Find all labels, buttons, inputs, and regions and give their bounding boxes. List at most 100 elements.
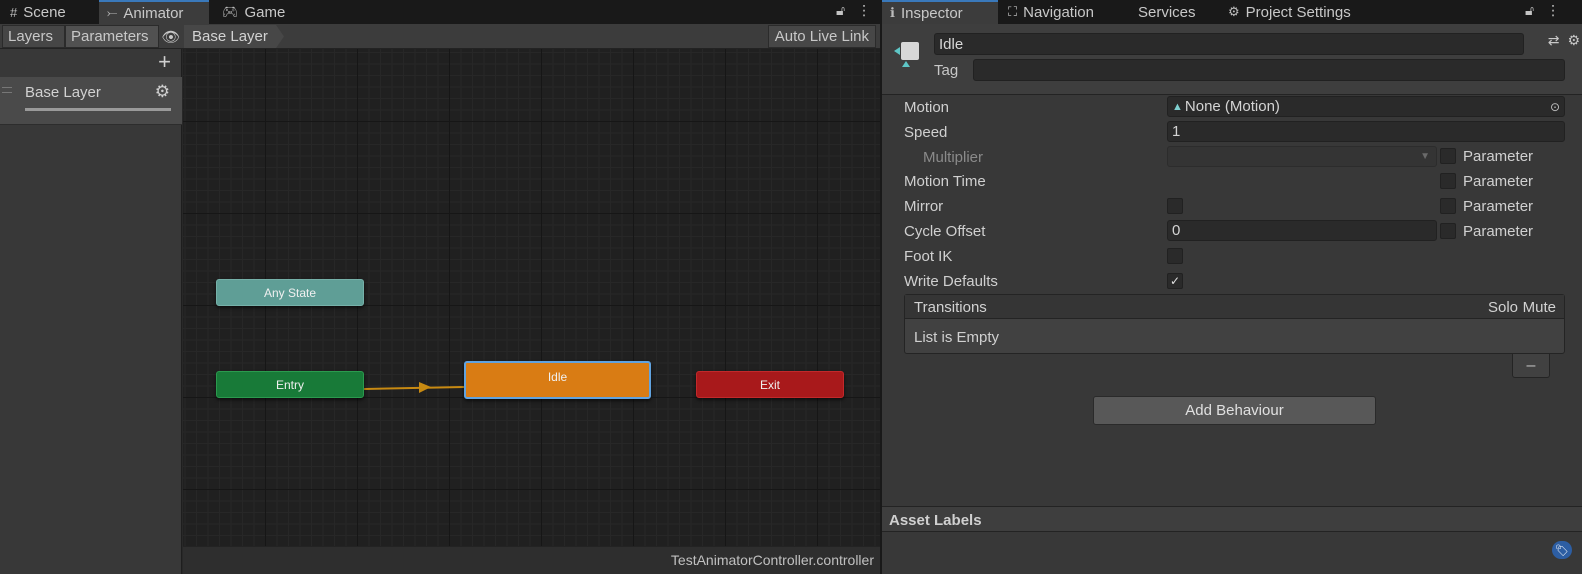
- cycle-offset-value: 0: [1172, 222, 1181, 239]
- layer-row[interactable]: Base Layer ⚙: [0, 77, 182, 125]
- tab-navigation[interactable]: ⛶ Navigation: [1000, 0, 1118, 24]
- cycle-offset-field[interactable]: 0: [1167, 220, 1437, 241]
- mirror-label: Mirror: [904, 197, 944, 215]
- more-menu-icon[interactable]: ⋮: [857, 2, 871, 19]
- exit-node[interactable]: Exit: [696, 371, 844, 398]
- auto-live-link-button[interactable]: Auto Live Link: [767, 25, 876, 48]
- object-picker-icon[interactable]: ⊙: [1550, 100, 1560, 114]
- inspector-header: Idle ⇄ ⚙ Tag: [882, 24, 1582, 95]
- minus-icon: –: [1526, 356, 1536, 374]
- tab-game-label: Game: [244, 3, 286, 21]
- speed-label: Speed: [904, 123, 948, 141]
- tab-inspector[interactable]: ℹ Inspector: [882, 0, 998, 24]
- multiplier-label: Multiplier: [923, 148, 984, 166]
- idle-state-node[interactable]: Idle: [464, 361, 651, 399]
- remove-transition-button[interactable]: –: [1512, 354, 1550, 378]
- exit-label: Exit: [759, 377, 780, 392]
- mirror-parameter-checkbox[interactable]: [1440, 198, 1456, 214]
- gear-icon: ⚙: [1228, 4, 1240, 19]
- asset-labels-title: Asset Labels: [889, 512, 982, 529]
- label-tag-icon[interactable]: 🏷︎: [1552, 541, 1572, 559]
- drag-handle-icon[interactable]: [2, 87, 12, 93]
- mirror-checkbox[interactable]: [1167, 198, 1183, 214]
- eye-toggle[interactable]: 👁︎: [159, 25, 183, 48]
- solo-column-header: Solo: [1487, 299, 1518, 316]
- info-icon: ℹ: [890, 5, 895, 20]
- transitions-list: Transitions Solo Mute List is Empty: [904, 294, 1565, 354]
- tab-animator[interactable]: ⤚ Animator: [99, 0, 209, 24]
- chevron-down-icon: ▼: [1420, 151, 1430, 162]
- idle-label: Idle: [547, 370, 568, 384]
- write-defaults-checkbox[interactable]: ✓: [1167, 273, 1183, 289]
- state-name-value: Idle: [939, 36, 964, 53]
- asset-labels-area: 🏷︎: [882, 533, 1582, 574]
- more-menu-icon[interactable]: ⋮: [1546, 2, 1560, 19]
- controller-file-name: TestAnimatorController.controller: [670, 552, 874, 568]
- left-tab-bar: # Scene ⤚ Animator 🎮︎ Game 🔓︎ ⋮: [0, 0, 880, 24]
- gamepad-icon: 🎮︎: [222, 4, 239, 19]
- empty-list-text: List is Empty: [914, 329, 1000, 346]
- any-state-label: Any State: [263, 285, 317, 300]
- transition-arrow-icon: [419, 382, 431, 393]
- add-behaviour-label: Add Behaviour: [1185, 402, 1284, 419]
- layer-weight-bar: [25, 108, 171, 111]
- checkmark-icon: ✓: [1169, 274, 1181, 288]
- tag-label: Tag: [934, 62, 959, 79]
- state-name-field[interactable]: Idle: [934, 33, 1524, 55]
- state-machine-graph[interactable]: Any State Entry Idle Exit: [183, 49, 880, 546]
- tab-project-settings[interactable]: ⚙ Project Settings: [1220, 0, 1370, 24]
- layers-panel: + Base Layer ⚙: [0, 49, 182, 574]
- write-defaults-label: Write Defaults: [904, 272, 998, 290]
- tab-game[interactable]: 🎮︎ Game: [214, 0, 304, 24]
- motion-time-parameter-checkbox[interactable]: [1440, 173, 1456, 189]
- add-behaviour-button[interactable]: Add Behaviour: [1093, 396, 1376, 425]
- cycle-offset-parameter-label: Parameter: [1463, 223, 1534, 240]
- auto-live-link-label: Auto Live Link: [774, 28, 869, 45]
- motion-label: Motion: [904, 98, 950, 116]
- multiplier-dropdown: ▼: [1167, 146, 1437, 167]
- right-tab-tools: 🔓︎ ⋮: [1525, 2, 1560, 19]
- multiplier-parameter-label: Parameter: [1463, 148, 1534, 165]
- parameters-tab-label: Parameters: [71, 28, 149, 45]
- motion-value: None (Motion): [1184, 98, 1280, 115]
- foot-ik-checkbox[interactable]: [1167, 248, 1183, 264]
- breadcrumb[interactable]: Base Layer: [184, 25, 284, 48]
- any-state-node[interactable]: Any State: [216, 279, 364, 306]
- entry-to-idle-transition[interactable]: [363, 386, 465, 390]
- preset-icon[interactable]: ⇄: [1548, 32, 1560, 49]
- entry-node[interactable]: Entry: [216, 371, 364, 398]
- foot-ik-label: Foot IK: [904, 247, 953, 265]
- navigation-icon: ⛶: [1008, 4, 1018, 19]
- tab-project-settings-label: Project Settings: [1245, 3, 1351, 21]
- animator-state-icon: [894, 42, 919, 67]
- tag-field[interactable]: [973, 59, 1565, 81]
- speed-field[interactable]: 1: [1167, 121, 1565, 142]
- lock-icon[interactable]: 🔓︎: [836, 2, 845, 19]
- cycle-offset-parameter-checkbox[interactable]: [1440, 223, 1456, 239]
- animator-icon: ⤚: [107, 5, 118, 20]
- mute-column-header: Mute: [1522, 299, 1556, 316]
- animator-window: # Scene ⤚ Animator 🎮︎ Game 🔓︎ ⋮ Layers P…: [0, 0, 880, 574]
- parameters-tab-button[interactable]: Parameters: [65, 25, 159, 48]
- tab-inspector-label: Inspector: [900, 4, 963, 22]
- eye-icon: 👁︎: [161, 28, 181, 46]
- tab-navigation-label: Navigation: [1023, 3, 1094, 21]
- asset-labels-header[interactable]: Asset Labels: [882, 506, 1582, 532]
- status-bar: TestAnimatorController.controller: [183, 546, 880, 574]
- tab-services-label: Services: [1138, 3, 1196, 21]
- lock-icon[interactable]: 🔓︎: [1525, 2, 1534, 19]
- grid-icon: #: [10, 4, 18, 20]
- add-layer-button[interactable]: +: [158, 51, 171, 73]
- motion-field[interactable]: ▲ None (Motion) ⊙: [1167, 96, 1565, 117]
- tab-services[interactable]: Services: [1130, 0, 1212, 24]
- gear-icon[interactable]: ⚙: [155, 82, 170, 102]
- transitions-title: Transitions: [914, 299, 987, 316]
- motion-time-label: Motion Time: [904, 172, 986, 190]
- multiplier-parameter-checkbox[interactable]: [1440, 148, 1456, 164]
- left-tab-tools: 🔓︎ ⋮: [836, 2, 871, 19]
- layers-tab-button[interactable]: Layers: [2, 25, 65, 48]
- gear-icon[interactable]: ⚙: [1567, 32, 1580, 49]
- tab-scene[interactable]: # Scene: [2, 0, 92, 24]
- layer-name: Base Layer: [25, 84, 101, 101]
- animator-toolbar: Layers Parameters 👁︎ Base Layer Auto Liv…: [0, 24, 880, 49]
